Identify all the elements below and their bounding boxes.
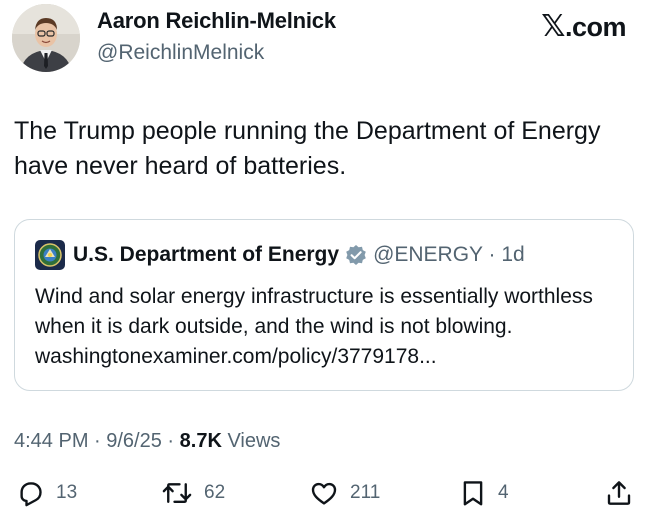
- repost-icon: [162, 483, 192, 503]
- tweet-meta: 4:44 PM · 9/6/25 · 8.7K Views: [14, 430, 280, 453]
- author-handle[interactable]: @ReichlinMelnick: [97, 41, 264, 65]
- reply-icon: [20, 482, 42, 507]
- repost-button[interactable]: 62: [160, 478, 225, 508]
- tweet-text: The Trump people running the Department …: [14, 117, 601, 180]
- bookmark-count: 4: [498, 482, 509, 503]
- reply-count: 13: [56, 482, 78, 503]
- x-com-logo: 𝕏.com: [541, 9, 626, 44]
- like-count: 211: [350, 482, 381, 503]
- verified-badge-icon: [346, 245, 366, 265]
- brand-suffix: .com: [564, 12, 627, 42]
- repost-count: 62: [204, 482, 226, 503]
- reply-button[interactable]: 13: [16, 478, 77, 508]
- like-button[interactable]: 211: [308, 478, 380, 508]
- bookmark-button[interactable]: 4: [458, 478, 509, 508]
- doe-seal-icon: [35, 240, 65, 270]
- share-icon: [607, 481, 631, 505]
- views-count: 8.7K: [179, 430, 222, 452]
- quoted-tweet-header: U.S. Department of Energy @ENERGY · 1d: [35, 240, 525, 270]
- quoted-tweet-text: Wind and solar energy infrastructure is …: [35, 285, 593, 368]
- views-label: Views: [221, 430, 281, 452]
- x-logo-icon: 𝕏: [541, 10, 565, 43]
- tweet-timestamp[interactable]: 4:44 PM · 9/6/25 ·: [14, 430, 180, 452]
- author-name[interactable]: Aaron Reichlin-Melnick: [97, 8, 336, 34]
- quoted-handle-time[interactable]: @ENERGY · 1d: [373, 243, 525, 267]
- bookmark-icon: [463, 481, 483, 506]
- quoted-tweet-card[interactable]: U.S. Department of Energy @ENERGY · 1d W…: [14, 219, 634, 391]
- author-avatar[interactable]: [12, 4, 80, 72]
- quoted-author-name[interactable]: U.S. Department of Energy: [73, 243, 339, 267]
- share-button[interactable]: [604, 478, 644, 508]
- heart-icon: [311, 482, 337, 505]
- action-bar: 13 62 211 4: [0, 478, 650, 514]
